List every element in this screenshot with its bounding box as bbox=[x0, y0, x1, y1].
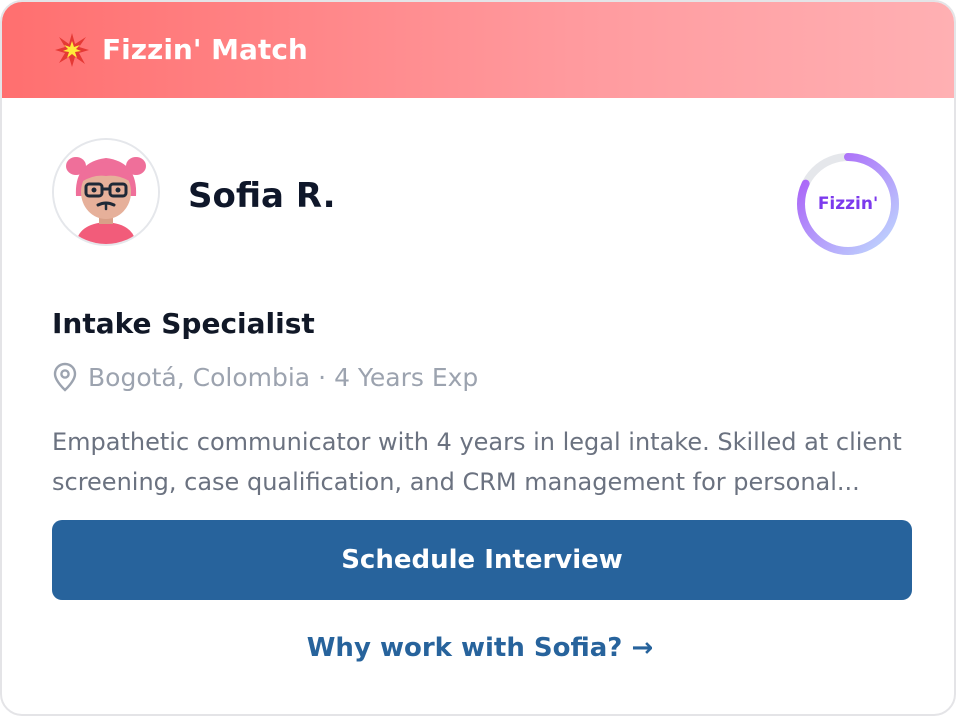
sparkle-burst-icon bbox=[55, 33, 89, 67]
match-score-label: Fizzin' bbox=[817, 194, 879, 214]
why-work-with-link[interactable]: Why work with Sofia? → bbox=[2, 628, 954, 668]
avatar[interactable] bbox=[52, 138, 160, 246]
candidate-meta: Bogotá, Colombia · 4 Years Exp bbox=[52, 358, 478, 396]
candidate-location: Bogotá, Colombia bbox=[88, 362, 311, 392]
schedule-interview-button[interactable]: Schedule Interview bbox=[52, 520, 912, 600]
card-header: Fizzin' Match bbox=[2, 2, 954, 98]
avatar-illustration bbox=[54, 140, 158, 244]
job-title: Intake Specialist bbox=[52, 307, 315, 340]
meta-separator: · bbox=[318, 362, 327, 392]
header-title: Fizzin' Match bbox=[102, 33, 308, 66]
candidate-name: Sofia R. bbox=[188, 176, 336, 216]
candidate-summary: Empathetic communicator with 4 years in … bbox=[52, 428, 902, 496]
match-card: Fizzin' Match Sofia R. Fizzin' Intake Sp… bbox=[0, 0, 956, 716]
location-pin-icon bbox=[53, 362, 77, 392]
candidate-experience: 4 Years Exp bbox=[334, 362, 479, 392]
